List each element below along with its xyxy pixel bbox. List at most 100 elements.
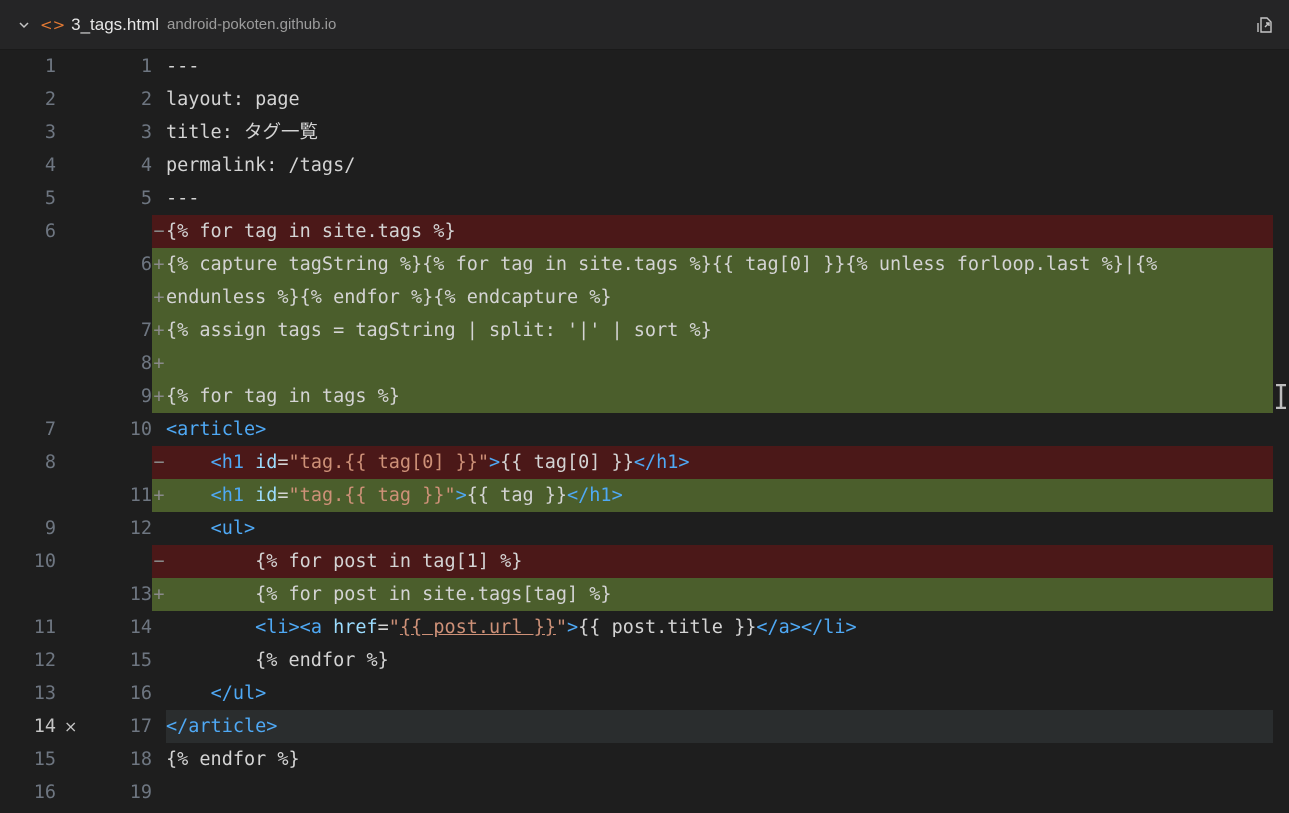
diff-line[interactable]: 16 19 bbox=[0, 776, 1289, 809]
modified-line-number: 15 bbox=[129, 650, 152, 671]
code-text[interactable]: {% capture tagString %}{% for tag in sit… bbox=[166, 248, 1273, 281]
diff-line-added[interactable]: + endunless %}{% endfor %}{% endcapture %… bbox=[0, 281, 1289, 314]
modified-line-number: 5 bbox=[140, 188, 152, 209]
code-text[interactable]: {% for tag in site.tags %} bbox=[166, 215, 1273, 248]
code-text[interactable]: <ul> bbox=[166, 512, 1273, 545]
original-line-number: 5 bbox=[0, 182, 70, 215]
diff-sign: + bbox=[152, 248, 166, 281]
line-number-text: 7 bbox=[44, 419, 56, 440]
code-text[interactable]: title: タグ一覧 bbox=[166, 116, 1273, 149]
code-text[interactable]: layout: page bbox=[166, 83, 1273, 116]
code-text[interactable]: </ul> bbox=[166, 677, 1273, 710]
diff-line-added[interactable]: 13 + {% for post in site.tags[tag] %} bbox=[0, 578, 1289, 611]
diff-sign: − bbox=[152, 446, 166, 479]
modified-line-number: 7 bbox=[140, 320, 152, 341]
original-line-number: 4 bbox=[0, 149, 70, 182]
original-line-number bbox=[0, 479, 70, 512]
modified-line-number: 8 bbox=[140, 353, 152, 374]
code-text[interactable]: </article> bbox=[166, 710, 1273, 743]
diff-line-added[interactable]: 11 + <h1 id="tag.{{ tag }}">{{ tag }}</h1… bbox=[0, 479, 1289, 512]
original-line-number: 13 bbox=[0, 677, 70, 710]
html-file-icon: <> bbox=[40, 15, 66, 34]
diff-line[interactable]: 15 18 {% endfor %} bbox=[0, 743, 1289, 776]
line-number-text: 13 bbox=[33, 683, 56, 704]
original-line-number: 14 bbox=[0, 710, 70, 743]
code-text[interactable]: --- bbox=[166, 50, 1273, 83]
diff-line[interactable]: 9 12 <ul> bbox=[0, 512, 1289, 545]
fold-icon[interactable]: ⨯ bbox=[64, 710, 77, 743]
modified-line-number: 9 bbox=[140, 386, 152, 407]
code-text[interactable]: {% endfor %} bbox=[166, 743, 1273, 776]
diff-line-removed[interactable]: 10 − {% for post in tag[1] %} bbox=[0, 545, 1289, 578]
diff-line-added[interactable]: 9 + {% for tag in tags %} bbox=[0, 380, 1289, 413]
code-text[interactable]: {% for tag in tags %} bbox=[166, 380, 1273, 413]
diff-line-added[interactable]: 6 + {% capture tagString %}{% for tag in s… bbox=[0, 248, 1289, 281]
code-text[interactable]: {% for post in tag[1] %} bbox=[166, 545, 1273, 578]
diff-line[interactable]: 12 15 {% endfor %} bbox=[0, 644, 1289, 677]
line-number-text: 5 bbox=[44, 188, 56, 209]
line-number-text: 9 bbox=[44, 518, 56, 539]
line-number-text: 4 bbox=[44, 155, 56, 176]
code-text[interactable]: <h1 id="tag.{{ tag[0] }}">{{ tag[0] }}</… bbox=[166, 446, 1273, 479]
open-file-icon[interactable] bbox=[1255, 15, 1275, 35]
modified-line-number: 19 bbox=[129, 782, 152, 803]
diff-sign: + bbox=[152, 347, 166, 380]
modified-line-number: 6 bbox=[140, 254, 152, 275]
diff-line-added[interactable]: 8 + bbox=[0, 347, 1289, 380]
code-text[interactable]: <h1 id="tag.{{ tag }}">{{ tag }}</h1> bbox=[166, 479, 1273, 512]
original-line-number bbox=[0, 380, 70, 413]
code-text[interactable]: --- bbox=[166, 182, 1273, 215]
original-line-number: 7 bbox=[0, 413, 70, 446]
diff-line[interactable]: 13 16 </ul> bbox=[0, 677, 1289, 710]
original-line-number bbox=[0, 314, 70, 347]
modified-line-number: 4 bbox=[140, 155, 152, 176]
code-text[interactable] bbox=[166, 347, 1273, 380]
diff-line[interactable]: 3 3 title: タグ一覧 bbox=[0, 116, 1289, 149]
chevron-down-icon[interactable] bbox=[18, 19, 30, 31]
diff-line-removed[interactable]: 8 − <h1 id="tag.{{ tag[0] }}">{{ tag[0] }… bbox=[0, 446, 1289, 479]
line-number-text: 15 bbox=[33, 749, 56, 770]
diff-sign: + bbox=[152, 380, 166, 413]
line-number-text: 12 bbox=[33, 650, 56, 671]
modified-line-number: 12 bbox=[129, 518, 152, 539]
original-line-number bbox=[0, 578, 70, 611]
file-path: android-pokoten.github.io bbox=[167, 16, 337, 33]
original-line-number: 2 bbox=[0, 83, 70, 116]
line-number-text: 8 bbox=[44, 452, 56, 473]
diff-line[interactable]: 14 17 </article> ⨯ bbox=[0, 710, 1289, 743]
original-line-number bbox=[0, 281, 70, 314]
diff-editor[interactable]: 1 1 --- 2 2 layout: page 3 3 title: タグ一覧 4 4 permal… bbox=[0, 50, 1289, 813]
code-text[interactable]: {% assign tags = tagString | split: '|' … bbox=[166, 314, 1273, 347]
diff-line[interactable]: 1 1 --- bbox=[0, 50, 1289, 83]
code-text[interactable]: permalink: /tags/ bbox=[166, 149, 1273, 182]
modified-line-number: 17 bbox=[129, 716, 152, 737]
diff-line[interactable]: 4 4 permalink: /tags/ bbox=[0, 149, 1289, 182]
diff-line[interactable]: 7 10 <article> bbox=[0, 413, 1289, 446]
modified-line-number: 13 bbox=[129, 584, 152, 605]
original-line-number bbox=[0, 248, 70, 281]
diff-line[interactable]: 2 2 layout: page bbox=[0, 83, 1289, 116]
diff-line[interactable]: 5 5 --- bbox=[0, 182, 1289, 215]
code-text[interactable]: {% endfor %} bbox=[166, 644, 1273, 677]
code-text[interactable] bbox=[166, 776, 1273, 809]
code-text[interactable]: endunless %}{% endfor %}{% endcapture %} bbox=[166, 281, 1273, 314]
code-text[interactable]: {% for post in site.tags[tag] %} bbox=[166, 578, 1273, 611]
original-line-number bbox=[0, 347, 70, 380]
modified-line-number: 1 bbox=[140, 56, 152, 77]
original-line-number: 11 bbox=[0, 611, 70, 644]
diff-line-added[interactable]: 7 + {% assign tags = tagString | split: '|… bbox=[0, 314, 1289, 347]
text-cursor-icon bbox=[1275, 383, 1287, 410]
diff-sign: + bbox=[152, 314, 166, 347]
diff-line[interactable]: 11 14 <li><a href="{{ post.url }}">{{ pos… bbox=[0, 611, 1289, 644]
original-line-number: 12 bbox=[0, 644, 70, 677]
modified-line-number: 16 bbox=[129, 683, 152, 704]
original-line-number: 10 bbox=[0, 545, 70, 578]
diff-line-removed[interactable]: 6 − {% for tag in site.tags %} bbox=[0, 215, 1289, 248]
line-number-text: 14 bbox=[33, 716, 56, 737]
code-text[interactable]: <article> bbox=[166, 413, 1273, 446]
code-text[interactable]: <li><a href="{{ post.url }}">{{ post.tit… bbox=[166, 611, 1273, 644]
file-name[interactable]: 3_tags.html bbox=[71, 15, 159, 35]
diff-sign: + bbox=[152, 578, 166, 611]
diff-sign: − bbox=[152, 545, 166, 578]
original-line-number: 15 bbox=[0, 743, 70, 776]
